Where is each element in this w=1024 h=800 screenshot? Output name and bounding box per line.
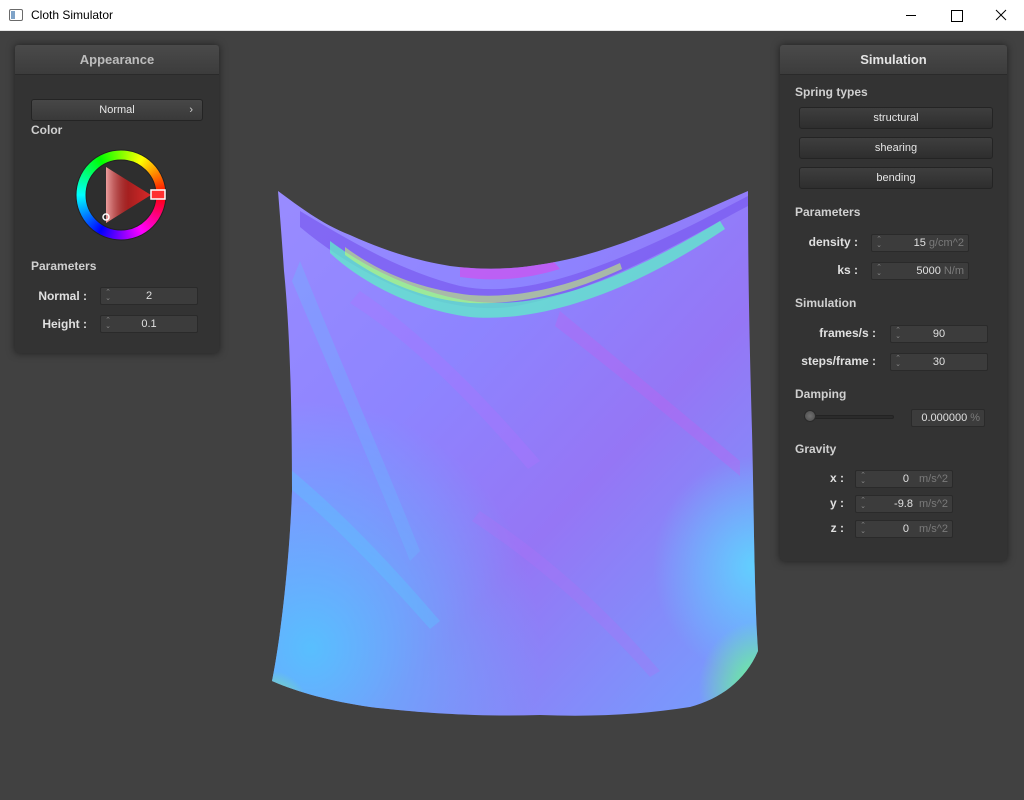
hue-marker[interactable] bbox=[150, 189, 166, 200]
color-section-label: Color bbox=[31, 123, 63, 137]
appearance-parameters-label: Parameters bbox=[31, 259, 97, 273]
maximize-icon[interactable] bbox=[934, 0, 980, 31]
gravity-label: Gravity bbox=[795, 442, 837, 456]
window-title: Cloth Simulator bbox=[31, 8, 114, 22]
structural-button[interactable]: structural bbox=[799, 107, 993, 129]
damping-slider-track[interactable] bbox=[804, 415, 894, 419]
gravity-y-input[interactable]: ⌃ ⌄ -9.8 m/s^2 bbox=[855, 495, 953, 513]
gravity-z-value: 0 bbox=[902, 523, 909, 535]
density-label: density : bbox=[808, 235, 858, 249]
gravity-y-value: -9.8 bbox=[894, 498, 913, 510]
damping-unit: % bbox=[970, 412, 980, 424]
height-label: Height : bbox=[42, 317, 87, 331]
spinner-icon[interactable]: ⌃ ⌄ bbox=[876, 236, 882, 249]
spinner-icon[interactable]: ⌃ ⌄ bbox=[876, 264, 882, 277]
damping-label: Damping bbox=[795, 387, 847, 401]
simulation-section-label: Simulation bbox=[795, 296, 857, 310]
spring-types-label: Spring types bbox=[795, 85, 868, 99]
ks-label: ks : bbox=[837, 263, 858, 277]
normal-input[interactable]: ⌃ ⌄ 2 bbox=[100, 287, 198, 305]
simulation-header: Simulation bbox=[780, 45, 1007, 75]
density-unit: g/cm^2 bbox=[928, 237, 964, 249]
gravity-y-label: y : bbox=[829, 496, 844, 510]
ks-value: 5000 bbox=[916, 265, 941, 277]
shader-select-button[interactable]: Normal › bbox=[31, 99, 203, 121]
gravity-x-label: x : bbox=[829, 471, 844, 485]
damping-input[interactable]: 0.000000% bbox=[911, 409, 985, 427]
frames-per-second-label: frames/s : bbox=[819, 326, 876, 340]
sim-parameters-label: Parameters bbox=[795, 205, 861, 219]
title-bar: Cloth Simulator bbox=[0, 0, 1024, 31]
color-wheel-picker[interactable] bbox=[73, 147, 169, 243]
ks-unit: N/m bbox=[943, 265, 964, 277]
density-input[interactable]: ⌃ ⌄ 15 g/cm^2 bbox=[871, 234, 969, 252]
gravity-z-unit: m/s^2 bbox=[919, 523, 948, 535]
steps-per-frame-input[interactable]: ⌃ ⌄ 30 bbox=[890, 353, 988, 371]
appearance-header: Appearance bbox=[15, 45, 219, 75]
normal-value: 2 bbox=[145, 290, 153, 302]
shader-select-label: Normal bbox=[99, 104, 135, 116]
frames-per-second-value: 90 bbox=[932, 328, 946, 340]
damping-value: 0.000000 bbox=[921, 412, 968, 424]
minimize-icon[interactable] bbox=[888, 0, 934, 31]
ks-input[interactable]: ⌃ ⌄ 5000 N/m bbox=[871, 262, 969, 280]
bending-button[interactable]: bending bbox=[799, 167, 993, 189]
density-value: 15 bbox=[913, 237, 926, 249]
gravity-z-label: z : bbox=[830, 521, 844, 535]
app-window-icon bbox=[9, 9, 23, 21]
close-icon[interactable] bbox=[978, 0, 1024, 31]
steps-per-frame-value: 30 bbox=[932, 356, 946, 368]
shearing-button[interactable]: shearing bbox=[799, 137, 993, 159]
gravity-y-unit: m/s^2 bbox=[919, 498, 948, 510]
gravity-x-input[interactable]: ⌃ ⌄ 0 m/s^2 bbox=[855, 470, 953, 488]
appearance-panel: Appearance Normal › Color Parameters Nor… bbox=[15, 45, 219, 353]
gravity-z-input[interactable]: ⌃ ⌄ 0 m/s^2 bbox=[855, 520, 953, 538]
gravity-x-value: 0 bbox=[902, 473, 909, 485]
normal-label: Normal : bbox=[38, 289, 87, 303]
gravity-x-unit: m/s^2 bbox=[919, 473, 948, 485]
height-input[interactable]: ⌃ ⌄ 0.1 bbox=[100, 315, 198, 333]
frames-per-second-input[interactable]: ⌃ ⌄ 90 bbox=[890, 325, 988, 343]
height-value: 0.1 bbox=[141, 318, 157, 330]
damping-slider-handle[interactable] bbox=[804, 410, 816, 422]
steps-per-frame-label: steps/frame : bbox=[801, 354, 876, 368]
spinner-icon[interactable]: ⌃ ⌄ bbox=[860, 522, 866, 535]
chevron-right-icon: › bbox=[189, 104, 193, 116]
spinner-icon[interactable]: ⌃ ⌄ bbox=[860, 497, 866, 510]
spinner-icon[interactable]: ⌃ ⌄ bbox=[860, 472, 866, 485]
close-x-glyph bbox=[995, 9, 1007, 21]
simulation-panel: Simulation Spring types structural shear… bbox=[780, 45, 1007, 561]
